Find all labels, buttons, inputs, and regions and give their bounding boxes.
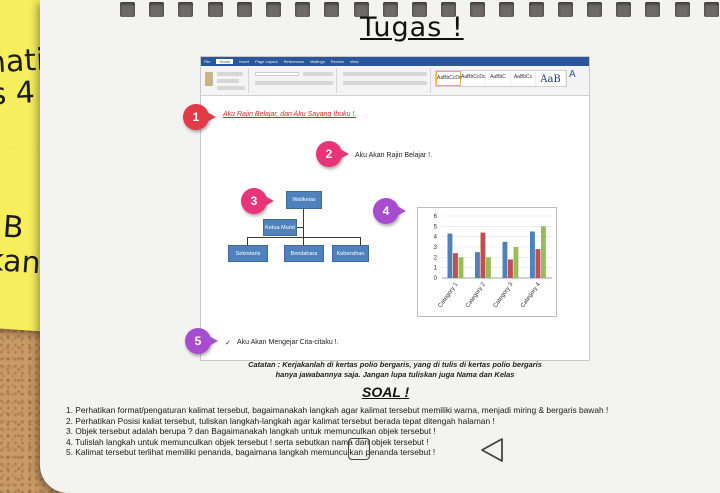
clipboard-group: [201, 68, 249, 93]
binder-hole: [616, 2, 632, 17]
bar: [535, 249, 541, 278]
binder-hole: [236, 2, 252, 17]
bar: [530, 231, 535, 278]
bar: [502, 241, 508, 278]
binder-hole: [207, 2, 223, 17]
binder-hole: [557, 2, 573, 17]
style-item[interactable]: AaBbCcDc: [436, 71, 461, 86]
ribbon-tabs: File Home Insert Page Layout References Maili…: [201, 57, 589, 66]
badge-4: 4: [373, 198, 406, 224]
y-tick-label: 2: [434, 255, 438, 261]
bar: [541, 226, 546, 278]
binder-hole: [120, 2, 135, 17]
binder-hole: [149, 2, 165, 17]
word-document-screenshot: File Home Insert Page Layout References Maili…: [183, 56, 590, 361]
binder-hole: [645, 2, 661, 17]
y-tick-label: 6: [434, 214, 438, 220]
sticky-note-2-line-2: kan: [0, 242, 42, 282]
bar: [458, 257, 464, 278]
style-item[interactable]: AaBbC: [486, 71, 511, 86]
binder-hole: [674, 2, 690, 17]
org-box-kebersihan: Kebersihan: [332, 245, 369, 262]
org-box-walikelas: Walikelas: [286, 191, 322, 209]
bar: [447, 233, 453, 278]
x-tick-label: Category 1: [438, 281, 460, 309]
badge-2: 2: [316, 141, 349, 167]
question-5: 5. Kalimat tersebut terlihat memiliki pe…: [66, 447, 436, 458]
badge-5: 5: [185, 328, 218, 354]
nav-home-square-icon[interactable]: [348, 438, 370, 460]
style-item[interactable]: AaBbCc: [511, 71, 536, 86]
y-tick-label: 5: [434, 224, 438, 230]
binder-hole: [324, 2, 340, 17]
binder-hole: [470, 2, 486, 17]
doc-line-5: Aku Akan Mengejar Cita-citaku !.: [237, 339, 339, 346]
binder-hole: [265, 2, 281, 17]
ribbon-toolbar: AaBbCcDc AaBbCcDc AaBbC AaBbCc AaB A: [201, 66, 589, 96]
x-tick-label: Category 4: [520, 281, 542, 309]
ribbon-tab-review[interactable]: Review: [331, 59, 344, 64]
badge-3: 3: [241, 188, 274, 214]
bar: [453, 253, 458, 278]
y-tick-label: 4: [434, 235, 438, 241]
slide-title: Tugas !: [360, 12, 464, 43]
badge-1: 1: [183, 104, 216, 130]
org-box-ketua-murid: Ketua Murid: [263, 219, 297, 236]
binder-hole: [295, 2, 311, 17]
bar: [513, 247, 519, 278]
ribbon-tab-home[interactable]: Home: [216, 59, 234, 64]
bar: [508, 259, 513, 278]
catatan-note: Catatan : Kerjakanlah di kertas polio be…: [200, 360, 590, 380]
question-3: 3. Objek tersebut adalah berupa ? dan Ba…: [66, 426, 436, 437]
change-styles-icon: A: [569, 69, 576, 80]
y-tick-label: 0: [434, 276, 438, 282]
question-list: 1. Perhatikan format/pengaturan kalimat …: [66, 405, 608, 458]
org-box-sekretaris: Sekretaris: [228, 245, 268, 262]
question-2: 2. Perhatikan Posisi kaliat tersebut, tu…: [66, 415, 495, 426]
doc-line-1: Aku Rajin Belajar, dan Aku Sayang Ibuku …: [223, 111, 357, 118]
ribbon-tab-page-layout[interactable]: Page Layout: [255, 59, 277, 64]
y-tick-label: 1: [434, 266, 438, 272]
catatan-line-1: Catatan : Kerjakanlah di kertas polio be…: [248, 360, 542, 369]
catatan-line-2: hanya jawabannya saja. Jangan lupa tulis…: [275, 370, 515, 379]
question-4: 4. Tulislah langkah untuk memunculkan ob…: [66, 436, 429, 447]
bar: [486, 257, 491, 278]
binder-hole: [587, 2, 602, 17]
ribbon-tab-insert[interactable]: Insert: [239, 59, 249, 64]
x-tick-label: Category 2: [465, 281, 487, 309]
y-tick-label: 3: [434, 245, 438, 251]
paragraph-group: [339, 68, 431, 93]
x-tick-label: Category 3: [493, 281, 515, 309]
bar: [475, 252, 480, 278]
ribbon-tab-file[interactable]: File: [204, 59, 210, 64]
style-item[interactable]: AaB: [536, 71, 566, 86]
soal-title: SOAL !: [362, 384, 410, 400]
sticky-note-1-line-2: s 4: [0, 75, 36, 113]
styles-gallery: AaBbCcDc AaBbCcDc AaBbC AaBbCc AaB: [435, 70, 567, 87]
ribbon-tab-references[interactable]: References: [284, 59, 304, 64]
binder-hole: [703, 2, 719, 17]
font-group: [251, 68, 337, 93]
bar-chart-svg: 0 1 2 3 4 5 6 Category 1 Category 2 Category 3 Cat…: [434, 214, 552, 309]
binder-hole: [178, 2, 194, 17]
question-1: 1. Perhatikan format/pengaturan kalimat …: [66, 405, 609, 415]
checkmark-icon: ✓: [225, 340, 231, 347]
bar-chart: 0 1 2 3 4 5 6 Category 1 Category 2 Category 3 Cat…: [417, 207, 557, 317]
sticky-note-2-line-1: B: [1, 209, 25, 246]
nav-back-icon[interactable]: [478, 436, 506, 464]
bar: [480, 232, 486, 278]
binder-hole: [528, 2, 544, 17]
style-item[interactable]: AaBbCcDc: [461, 71, 486, 86]
org-box-bendahara: Bendahara: [284, 245, 324, 262]
ribbon-tab-view[interactable]: View: [350, 59, 359, 64]
slide-paper: Tugas ! File Home Insert Page Layout Referen…: [40, 0, 720, 493]
ribbon-tab-mailings[interactable]: Mailings: [310, 59, 325, 64]
binder-hole: [499, 2, 515, 17]
doc-line-2: Aku Akan Rajin Belajar !.: [355, 152, 433, 159]
